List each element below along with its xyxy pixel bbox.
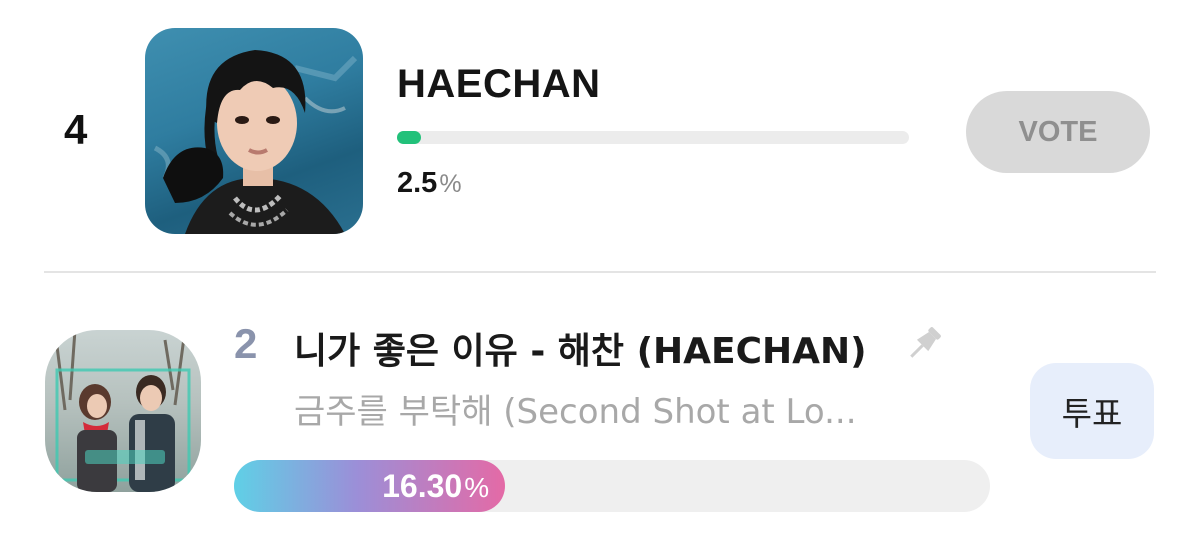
vote-percentage: 16.30% xyxy=(382,468,489,505)
vote-percentage: 2.5% xyxy=(397,167,462,200)
percentage-value: 16.30 xyxy=(382,467,463,504)
vote-progress-bar: 16.30% xyxy=(234,460,990,512)
vote-button[interactable]: VOTE xyxy=(966,91,1150,173)
album-cover xyxy=(45,330,201,492)
vote-progress-fill xyxy=(397,131,421,144)
percentage-unit: % xyxy=(439,170,462,198)
song-subtitle: 금주를 부탁해 (Second Shot at Lo... xyxy=(294,392,857,432)
divider xyxy=(44,271,1156,273)
percentage-unit: % xyxy=(464,471,490,503)
vote-progress-fill: 16.30% xyxy=(234,460,506,512)
vote-button[interactable]: 투표 xyxy=(1030,363,1154,459)
vote-progress-bar xyxy=(397,131,909,144)
artist-photo xyxy=(145,28,363,234)
pin-icon[interactable] xyxy=(902,322,946,366)
song-title: 니가 좋은 이유 - 해찬 (HAECHAN) xyxy=(294,331,867,372)
rank-number: 2 xyxy=(234,320,258,367)
percentage-value: 2.5 xyxy=(397,167,438,199)
rank-number: 4 xyxy=(64,106,88,153)
artist-name: HAECHAN xyxy=(397,62,601,106)
